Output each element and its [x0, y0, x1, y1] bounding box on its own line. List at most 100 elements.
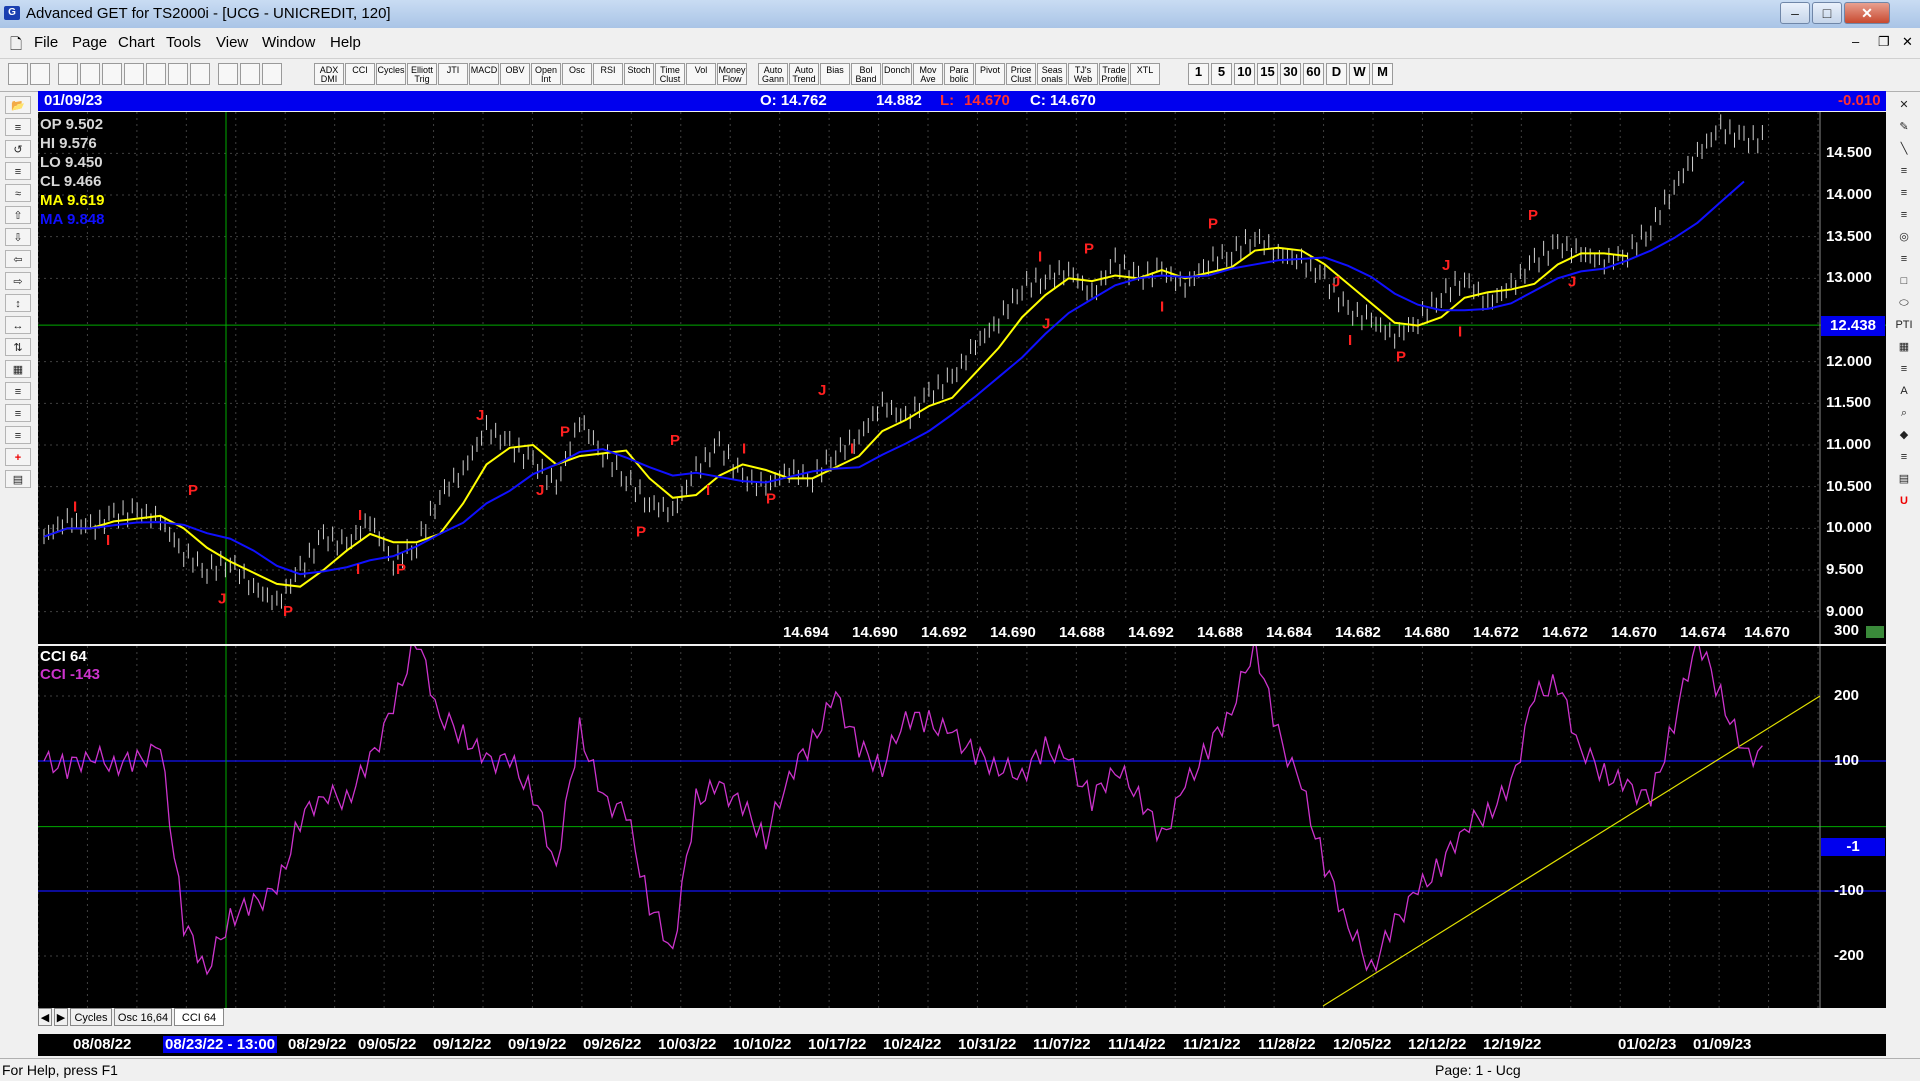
reset-icon[interactable]: ↺ — [5, 140, 31, 158]
mob-icon[interactable]: ≡ — [1892, 360, 1916, 378]
toolbar-button-4[interactable]: JTI — [438, 63, 468, 85]
toolbar-button-6[interactable]: OBV — [500, 63, 530, 85]
box-icon[interactable]: □ — [1892, 272, 1916, 290]
fan-icon[interactable]: ≡ — [1892, 250, 1916, 268]
toolbar-button-19[interactable]: Mov Ave — [913, 63, 943, 85]
tab-osc[interactable]: Osc 16,64 — [114, 1008, 172, 1026]
toolbar-button-25[interactable]: Trade Profile — [1099, 63, 1129, 85]
tab-cci[interactable]: CCI 64 — [174, 1008, 224, 1026]
zoom-v-icon[interactable]: ⇅ — [5, 338, 31, 356]
close-x-icon[interactable]: ✕ — [1892, 96, 1916, 114]
toolbar-printer-icon[interactable] — [218, 63, 238, 85]
u-icon[interactable]: U — [1892, 492, 1916, 510]
toolbar-help-icon[interactable] — [262, 63, 282, 85]
toolbar-button-26[interactable]: XTL — [1130, 63, 1160, 85]
toolbar-button-5[interactable]: MACD — [469, 63, 499, 85]
spiral-icon[interactable]: ◎ — [1892, 228, 1916, 246]
expand-icon[interactable]: ↕ — [5, 294, 31, 312]
save-icon[interactable]: ▤ — [5, 470, 31, 488]
bars-icon[interactable]: ≡ — [5, 118, 31, 136]
period-button-60[interactable]: 60 — [1303, 63, 1324, 85]
toolbar-button-10[interactable]: Stoch — [624, 63, 654, 85]
menu-window[interactable]: Window — [262, 34, 315, 51]
cci-chart[interactable]: CCI 64 CCI -143 300 200 100 -100 -200 -1 — [38, 622, 1886, 1008]
gann-icon[interactable]: ≡ — [5, 404, 31, 422]
toolbar-button-21[interactable]: Pivot — [975, 63, 1005, 85]
toolbar-button-7[interactable]: Open Int — [531, 63, 561, 85]
price-chart[interactable]: IIPJPIIPJJPPPIIPJIIJPIPJIPJIPJ OP 9.502 … — [38, 112, 1886, 644]
ellipse-icon[interactable]: ⬭ — [1892, 294, 1916, 312]
toolbar-button-11[interactable]: Time Clust — [655, 63, 685, 85]
matrix-icon[interactable]: ▦ — [1892, 338, 1916, 356]
toolbar-button-18[interactable]: Donch — [882, 63, 912, 85]
toolbar-button-2[interactable]: Cycles — [376, 63, 406, 85]
menu-page[interactable]: Page — [72, 34, 107, 51]
minimize-button[interactable]: – — [1780, 2, 1810, 24]
fib-icon[interactable]: ≡ — [1892, 448, 1916, 466]
tab-prev-icon[interactable]: ◀ — [38, 1008, 52, 1026]
pencil-icon[interactable]: ✎ — [1892, 118, 1916, 136]
toolbar-chart-icon[interactable] — [146, 63, 166, 85]
tab-cycles[interactable]: Cycles — [70, 1008, 112, 1026]
tab-next-icon[interactable]: ▶ — [54, 1008, 68, 1026]
line-icon[interactable]: ╲ — [1892, 140, 1916, 158]
down-arrow-icon[interactable]: ⇩ — [5, 228, 31, 246]
toolbar-button-8[interactable]: Osc — [562, 63, 592, 85]
toolbar-button-23[interactable]: Seas onals — [1037, 63, 1067, 85]
close-button[interactable]: ✕ — [1844, 2, 1890, 24]
toolbar-button-9[interactable]: RSI — [593, 63, 623, 85]
toolbar-new-icon[interactable] — [58, 63, 78, 85]
toolbar-button-3[interactable]: Elliott Trig — [407, 63, 437, 85]
fib-ret-icon[interactable]: ≡ — [1892, 162, 1916, 180]
up-arrow-icon[interactable]: ⇧ — [5, 206, 31, 224]
elliott-icon[interactable]: ≈ — [5, 184, 31, 202]
toolbar-button-22[interactable]: Price Clust — [1006, 63, 1036, 85]
toolbar-idea-icon[interactable] — [240, 63, 260, 85]
toolbar-grid-icon[interactable] — [190, 63, 210, 85]
toolbar-button-13[interactable]: Money Flow — [717, 63, 747, 85]
toolbar-button-12[interactable]: Vol — [686, 63, 716, 85]
folder-icon[interactable]: 📂 — [5, 96, 31, 114]
crosshair-icon[interactable]: + — [5, 448, 31, 466]
toolbar-copy-icon[interactable] — [80, 63, 100, 85]
menu-view[interactable]: View — [216, 34, 248, 51]
menu-chart[interactable]: Chart — [118, 34, 155, 51]
period-button-M[interactable]: M — [1372, 63, 1393, 85]
grid-icon[interactable]: ▦ — [5, 360, 31, 378]
period-button-5[interactable]: 5 — [1211, 63, 1232, 85]
study-icon[interactable]: ≡ — [5, 162, 31, 180]
fib-icon[interactable]: ≡ — [5, 426, 31, 444]
calendar-icon[interactable]: ▤ — [1892, 470, 1916, 488]
menu-help[interactable]: Help — [330, 34, 361, 51]
lines-icon[interactable]: ≡ — [5, 382, 31, 400]
mdi-close-icon[interactable]: ✕ — [1902, 34, 1913, 50]
toolbar-button-16[interactable]: Bias — [820, 63, 850, 85]
toolbar-bars-icon[interactable] — [168, 63, 188, 85]
menu-file[interactable]: File — [34, 34, 58, 51]
left-arrow-icon[interactable]: ⇦ — [5, 250, 31, 268]
pin-icon[interactable]: ◆ — [1892, 426, 1916, 444]
toolbar-button-15[interactable]: Auto Trend — [789, 63, 819, 85]
fib-ext-icon[interactable]: ≡ — [1892, 184, 1916, 202]
period-button-D[interactable]: D — [1326, 63, 1347, 85]
period-button-1[interactable]: 1 — [1188, 63, 1209, 85]
fib-time-icon[interactable]: ≡ — [1892, 206, 1916, 224]
mdi-minimize-icon[interactable]: – — [1852, 34, 1859, 49]
toolbar-button-17[interactable]: Bol Band — [851, 63, 881, 85]
mdi-restore-icon[interactable]: ❐ — [1878, 34, 1890, 50]
toolbar-button-1[interactable]: CCI — [345, 63, 375, 85]
zoom-h-icon[interactable]: ↔ — [5, 316, 31, 334]
toolbar-button-24[interactable]: TJ's Web — [1068, 63, 1098, 85]
toolbar-button-0[interactable]: ADX DMI — [314, 63, 344, 85]
maximize-button[interactable]: □ — [1812, 2, 1842, 24]
menu-tools[interactable]: Tools — [166, 34, 201, 51]
magnify-icon[interactable]: ⌕ — [1892, 404, 1916, 422]
period-button-10[interactable]: 10 — [1234, 63, 1255, 85]
toolbar-print-setup-icon[interactable] — [124, 63, 144, 85]
pti-icon[interactable]: PTI — [1892, 316, 1916, 334]
toolbar-quote-icon[interactable] — [30, 63, 50, 85]
toolbar-pin-icon[interactable] — [8, 63, 28, 85]
toolbar-page-icon[interactable] — [102, 63, 122, 85]
period-button-15[interactable]: 15 — [1257, 63, 1278, 85]
toolbar-button-20[interactable]: Para bolic — [944, 63, 974, 85]
